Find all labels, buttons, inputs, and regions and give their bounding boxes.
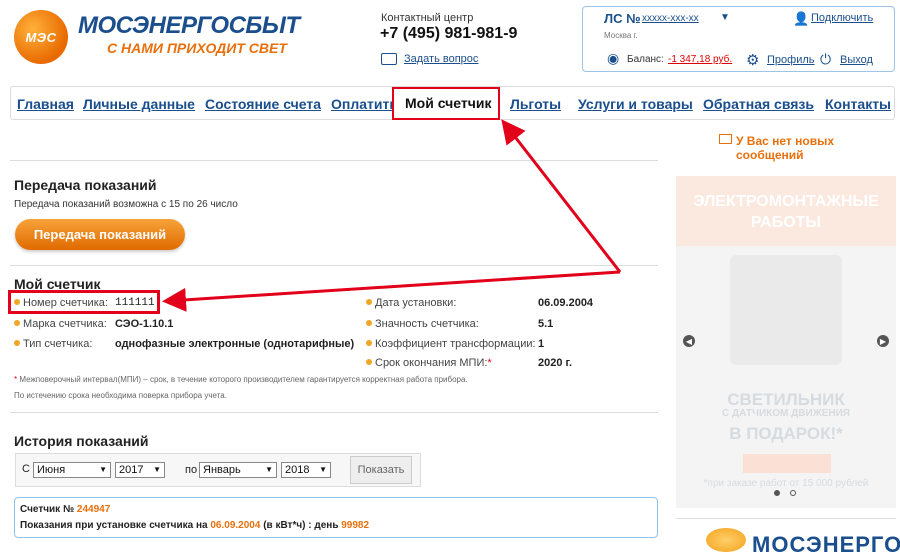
- chevron-right-icon[interactable]: ▶: [877, 335, 889, 347]
- carousel-dot-active[interactable]: [774, 490, 780, 496]
- reading-unit: (в кВт*ч) : день: [263, 520, 339, 531]
- from-year-select[interactable]: 2017 ▼: [115, 462, 165, 478]
- from-month-value: Июня: [37, 464, 66, 476]
- chevron-down-icon: ▼: [99, 465, 107, 474]
- chevron-down-icon: ▼: [265, 465, 273, 474]
- reading-value: 99982: [341, 520, 370, 531]
- reading-prefix: Показания при установке счетчика на: [20, 520, 208, 531]
- to-year-select[interactable]: 2018 ▼: [281, 462, 331, 478]
- banner-header-text: ЭЛЕКТРОМОНТАЖНЫЕ РАБОТЫ: [693, 193, 879, 231]
- to-month-select[interactable]: Январь ▼: [199, 462, 277, 478]
- partner-logo-icon: [706, 528, 746, 552]
- show-button[interactable]: Показать: [350, 456, 412, 484]
- to-year-value: 2018: [285, 464, 310, 476]
- banner-gift: В ПОДАРОК!*: [729, 424, 843, 443]
- history-result: [14, 497, 658, 538]
- divider: [10, 412, 658, 413]
- chevron-down-icon: ▼: [319, 465, 327, 474]
- from-label: С: [22, 463, 30, 475]
- partner-logo-text[interactable]: МОСЭНЕРГО: [752, 532, 900, 558]
- banner-title: СВЕТИЛЬНИК: [727, 390, 845, 409]
- to-month-value: Январь: [203, 464, 241, 476]
- banner-subtitle: С ДАТЧИКОМ ДВИЖЕНИЯ: [722, 408, 850, 419]
- banner-image: [730, 255, 842, 365]
- chevron-left-icon[interactable]: ◀: [683, 335, 695, 347]
- from-year-value: 2017: [119, 464, 144, 476]
- from-month-select[interactable]: Июня ▼: [33, 462, 111, 478]
- reading-date: 06.09.2004: [210, 520, 261, 531]
- counter-number: 244947: [76, 504, 111, 515]
- to-label: по: [185, 464, 198, 476]
- banner-note: *при заказе работ от 15 000 рублей: [703, 478, 869, 489]
- banner-button[interactable]: [743, 454, 831, 473]
- divider: [676, 518, 896, 519]
- chevron-down-icon: ▼: [153, 465, 161, 474]
- history-counter-line: Счетчик № 244947: [20, 504, 110, 515]
- history-reading-line: Показания при установке счетчика на 06.0…: [20, 520, 369, 531]
- counter-label: Счетчик №: [20, 504, 75, 515]
- history-title: История показаний: [14, 433, 149, 449]
- carousel-dot[interactable]: [790, 490, 796, 496]
